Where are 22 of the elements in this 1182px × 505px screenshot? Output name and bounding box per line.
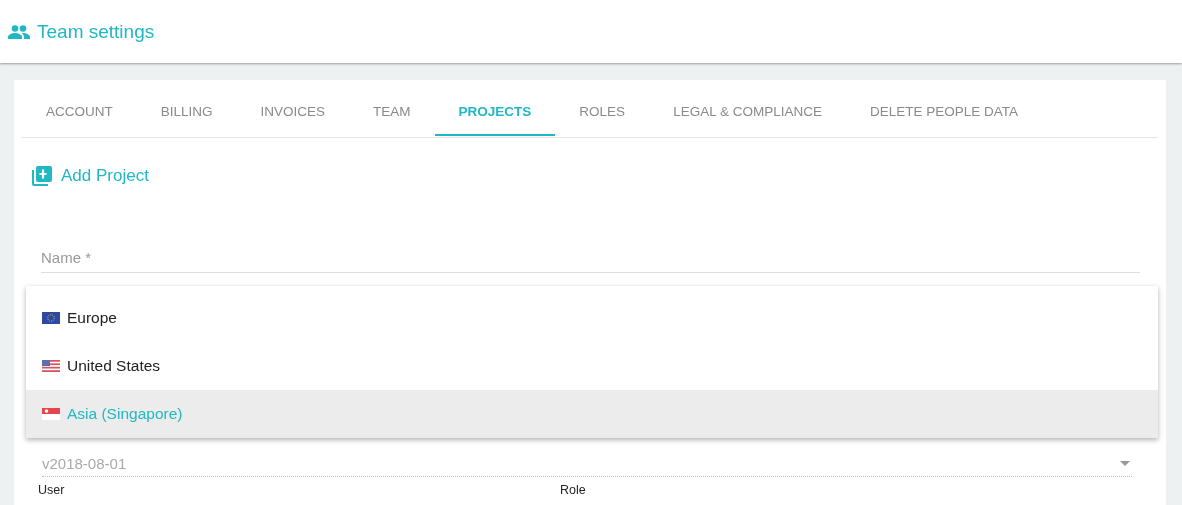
caret-icon (1120, 461, 1130, 466)
tab[interactable]: BILLING (136, 88, 237, 136)
menu-item[interactable]: United States (26, 342, 1158, 390)
flag-icon (42, 408, 60, 420)
tab[interactable]: TEAM (349, 88, 435, 136)
tab[interactable]: PROJECTS (434, 88, 556, 136)
tab[interactable]: LEGAL & COMPLIANCE (649, 88, 846, 136)
add-library-icon (32, 166, 52, 186)
column-header: Role (560, 483, 587, 497)
tab[interactable]: DELETE PEOPLE DATA (845, 88, 1042, 136)
tab[interactable]: INVOICES (236, 88, 350, 136)
page-title: Team settings (37, 20, 155, 43)
tab[interactable]: ROLES (555, 88, 650, 136)
menu-item[interactable]: Asia (Singapore) (26, 390, 1158, 438)
flag-icon (42, 312, 60, 324)
people-icon (8, 24, 30, 39)
column-header: User (38, 483, 66, 497)
tab[interactable]: ACCOUNT (22, 88, 137, 136)
flag-icon (42, 360, 60, 372)
version-select[interactable]: v2018-08-01 (42, 453, 1132, 477)
add-project-button[interactable]: Add Project (32, 166, 149, 186)
menu-item[interactable]: Europe (26, 294, 1158, 342)
